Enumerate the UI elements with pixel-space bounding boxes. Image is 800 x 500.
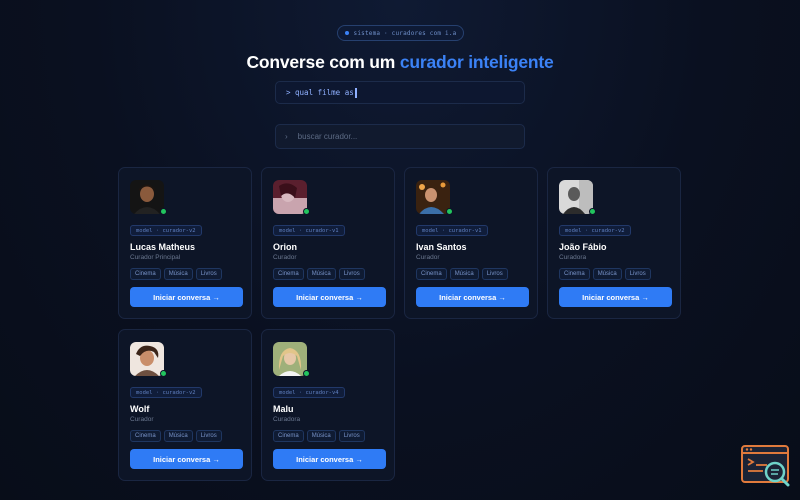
online-status-icon [303,370,310,377]
curator-role: Curador [273,254,297,261]
curator-card: model · curador-v2 Lucas Matheus Curador… [118,167,252,319]
curator-role: Curadora [559,254,587,261]
search-bar[interactable]: › [275,124,525,149]
curator-name: Lucas Matheus [130,242,196,252]
tag-musica: Música [163,268,193,280]
tag-musica: Música [592,268,622,280]
tag-musica: Música [449,268,479,280]
curator-card: model · curador-v4 Malu Curadora Cinema … [261,329,395,481]
tag-livros: Livros [338,430,365,442]
tag-cinema: Cinema [273,268,304,280]
search-input[interactable] [297,132,498,141]
page-title: Converse com um curador inteligente [0,52,800,73]
online-status-icon [160,370,167,377]
avatar [273,180,307,214]
online-status-icon [446,208,453,215]
curator-name: João Fábio [559,242,607,252]
curator-card: model · curador-v1 Orion Curador Cinema … [261,167,395,319]
system-badge-label: sistema · curadores com i.a [353,29,457,37]
tag-livros: Livros [624,268,651,280]
tag-livros: Livros [195,430,222,442]
curator-name: Orion [273,242,297,252]
status-dot-icon [344,31,349,35]
avatar [130,180,164,214]
curator-name: Wolf [130,404,150,414]
avatar [130,342,164,376]
text-caret-icon [354,87,357,98]
typing-prompt-text: > qual filme as [286,88,354,97]
tag-musica: Música [163,430,193,442]
tag-livros: Livros [481,268,508,280]
start-chat-button[interactable]: Iniciar conversa → [273,449,386,469]
tag-livros: Livros [195,268,222,280]
tag-musica: Música [306,430,336,442]
start-chat-button[interactable]: Iniciar conversa → [130,449,243,469]
tag-cinema: Cinema [130,268,161,280]
tag-cinema: Cinema [559,268,590,280]
tag-cinema: Cinema [130,430,161,442]
model-badge: model · curador-v1 [416,225,488,236]
typing-prompt: > qual filme as [275,81,525,104]
curator-card: model · curador-v1 Ivan Santos Curador C… [404,167,538,319]
model-badge: model · curador-v1 [273,225,345,236]
online-status-icon [303,208,310,215]
model-badge: model · curador-v2 [130,225,202,236]
terminal-search-widget-icon[interactable] [741,445,791,487]
chevron-right-icon: › [285,132,288,141]
system-badge: sistema · curadores com i.a [337,25,464,41]
avatar [273,342,307,376]
curator-card: model · curador-v2 João Fábio Curadora C… [547,167,681,319]
curator-role: Curadora [273,416,301,423]
curator-role: Curador Principal [130,254,181,261]
model-badge: model · curador-v2 [130,387,202,398]
start-chat-button[interactable]: Iniciar conversa → [273,287,386,307]
model-badge: model · curador-v4 [273,387,345,398]
curator-name: Ivan Santos [416,242,467,252]
curator-name: Malu [273,404,294,414]
tag-cinema: Cinema [416,268,447,280]
online-status-icon [160,208,167,215]
curator-card: model · curador-v2 Wolf Curador Cinema M… [118,329,252,481]
online-status-icon [589,208,596,215]
page-title-accent: curador inteligente [399,52,554,72]
avatar [559,180,593,214]
model-badge: model · curador-v2 [559,225,631,236]
start-chat-button[interactable]: Iniciar conversa → [559,287,672,307]
tag-musica: Música [306,268,336,280]
page-title-main: Converse com um [246,52,400,72]
curator-role: Curador [130,416,154,423]
start-chat-button[interactable]: Iniciar conversa → [416,287,529,307]
tag-cinema: Cinema [273,430,304,442]
tag-livros: Livros [338,268,365,280]
start-chat-button[interactable]: Iniciar conversa → [130,287,243,307]
curator-role: Curador [416,254,440,261]
avatar [416,180,450,214]
